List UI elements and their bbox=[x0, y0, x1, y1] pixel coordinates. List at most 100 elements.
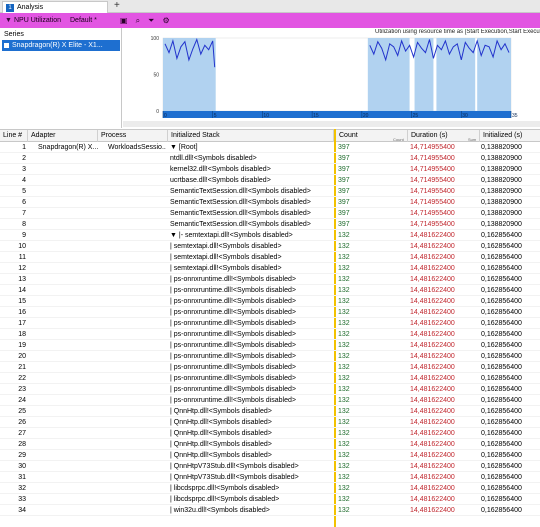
table-row[interactable]: 13 | ps-onnxruntime.dll!<Symbols disabled… bbox=[0, 274, 540, 285]
initialized-cell: 0,138820900 bbox=[481, 221, 522, 228]
line-number-cell: 8 bbox=[22, 221, 26, 228]
count-cell: 132 bbox=[338, 496, 350, 503]
duration-cell: 14,481622400 bbox=[410, 463, 455, 470]
initialized-cell: 0,162856400 bbox=[481, 474, 522, 481]
line-number-cell: 31 bbox=[18, 474, 26, 481]
chart-scrollbar[interactable] bbox=[123, 121, 540, 127]
initialized-cell: 0,162856400 bbox=[481, 419, 522, 426]
table-row[interactable]: 20 | ps-onnxruntime.dll!<Symbols disabled… bbox=[0, 351, 540, 362]
table-row[interactable]: 30 | QnnHtpV73Stub.dll!<Symbols disabled>… bbox=[0, 461, 540, 472]
duration-cell: 14,481622400 bbox=[410, 243, 455, 250]
table-row[interactable]: 33 | libcdsprpc.dll!<Symbols disabled> 132… bbox=[0, 494, 540, 505]
line-number-cell: 1 bbox=[22, 144, 26, 151]
column-header-line[interactable]: Line # bbox=[0, 130, 28, 142]
table-row[interactable]: 17 | ps-onnxruntime.dll!<Symbols disabled… bbox=[0, 318, 540, 329]
stack-cell: | win32u.dll!<Symbols disabled> bbox=[170, 507, 270, 514]
process-cell bbox=[108, 450, 166, 461]
adapter-cell bbox=[38, 329, 100, 340]
duration-cell: 14,714955400 bbox=[410, 188, 455, 195]
line-number-cell: 33 bbox=[18, 496, 26, 503]
table-row[interactable]: 12 | semtextapi.dll!<Symbols disabled> 132… bbox=[0, 263, 540, 274]
duration-cell: 14,481622400 bbox=[410, 298, 455, 305]
table-row[interactable]: 32 | libcdsprpc.dll!<Symbols disabled> 132… bbox=[0, 483, 540, 494]
table-row[interactable]: 4 ucrtbase.dll!<Symbols disabled> 397 14,71… bbox=[0, 175, 540, 186]
tab-analysis[interactable]: 1 Analysis bbox=[2, 1, 108, 13]
table-row[interactable]: 34 | win32u.dll!<Symbols disabled> 132 14,4… bbox=[0, 505, 540, 516]
count-cell: 132 bbox=[338, 342, 350, 349]
line-number-cell: 6 bbox=[22, 199, 26, 206]
table-row[interactable]: 31 | QnnHtpV73Stub.dll!<Symbols disabled>… bbox=[0, 472, 540, 483]
line-number-cell: 13 bbox=[18, 276, 26, 283]
count-cell: 132 bbox=[338, 276, 350, 283]
adapter-cell bbox=[38, 428, 100, 439]
count-cell: 132 bbox=[338, 408, 350, 415]
settings-icon[interactable]: ⚙ bbox=[162, 15, 169, 26]
duration-cell: 14,481622400 bbox=[410, 507, 455, 514]
column-header-stack[interactable]: Initialized Stack bbox=[168, 130, 334, 142]
duration-cell: 14,481622400 bbox=[410, 364, 455, 371]
graph-title[interactable]: NPU Utilization bbox=[14, 15, 61, 26]
duration-cell: 14,481622400 bbox=[410, 441, 455, 448]
stack-cell: | semtextapi.dll!<Symbols disabled> bbox=[170, 254, 282, 261]
initialized-cell: 0,162856400 bbox=[481, 507, 522, 514]
table-row[interactable]: 2 ntdll.dll!<Symbols disabled> 397 14,71495… bbox=[0, 153, 540, 164]
table-row[interactable]: 23 | ps-onnxruntime.dll!<Symbols disabled… bbox=[0, 384, 540, 395]
column-header-adapter[interactable]: Adapter bbox=[28, 130, 98, 142]
table-row[interactable]: 10 | semtextapi.dll!<Symbols disabled> 132… bbox=[0, 241, 540, 252]
table-row[interactable]: 24 | ps-onnxruntime.dll!<Symbols disabled… bbox=[0, 395, 540, 406]
line-number-cell: 19 bbox=[18, 342, 26, 349]
table-row[interactable]: 6 SemanticTextSession.dll!<Symbols disabl… bbox=[0, 197, 540, 208]
table-row[interactable]: 28 | QnnHtp.dll!<Symbols disabled> 132 14,4… bbox=[0, 439, 540, 450]
table-row[interactable]: 3 kernel32.dll!<Symbols disabled> 397 14,71… bbox=[0, 164, 540, 175]
collapse-chevron-icon[interactable]: ▼ bbox=[5, 15, 12, 26]
table-row[interactable]: 26 | QnnHtp.dll!<Symbols disabled> 132 14,4… bbox=[0, 417, 540, 428]
adapter-cell bbox=[38, 274, 100, 285]
duration-cell: 14,714955400 bbox=[410, 144, 455, 151]
count-cell: 132 bbox=[338, 243, 350, 250]
adapter-cell bbox=[38, 351, 100, 362]
table-row[interactable]: 18 | ps-onnxruntime.dll!<Symbols disabled… bbox=[0, 329, 540, 340]
add-tab-button[interactable]: + bbox=[114, 0, 120, 12]
table-row[interactable]: 19 | ps-onnxruntime.dll!<Symbols disabled… bbox=[0, 340, 540, 351]
table-row[interactable]: 21 | ps-onnxruntime.dll!<Symbols disabled… bbox=[0, 362, 540, 373]
duration-cell: 14,481622400 bbox=[410, 342, 455, 349]
initialized-cell: 0,162856400 bbox=[481, 386, 522, 393]
column-header-process[interactable]: Process bbox=[98, 130, 168, 142]
initialized-cell: 0,162856400 bbox=[481, 276, 522, 283]
table-row[interactable]: 5 SemanticTextSession.dll!<Symbols disabl… bbox=[0, 186, 540, 197]
series-item[interactable]: Snapdragon(R) X Elite - X1... bbox=[2, 40, 120, 51]
save-icon[interactable]: ▣ bbox=[120, 15, 128, 26]
process-cell bbox=[108, 373, 166, 384]
table-row[interactable]: 8 SemanticTextSession.dll!<Symbols disabl… bbox=[0, 219, 540, 230]
count-cell: 132 bbox=[338, 419, 350, 426]
process-cell bbox=[108, 395, 166, 406]
table-row[interactable]: 16 | ps-onnxruntime.dll!<Symbols disabled… bbox=[0, 307, 540, 318]
stack-cell: ▼ [Root] bbox=[170, 144, 198, 151]
table-row[interactable]: 7 SemanticTextSession.dll!<Symbols disabl… bbox=[0, 208, 540, 219]
table-row[interactable]: 25 | QnnHtp.dll!<Symbols disabled> 132 14,4… bbox=[0, 406, 540, 417]
line-number-cell: 18 bbox=[18, 331, 26, 338]
initialized-cell: 0,138820900 bbox=[481, 199, 522, 206]
search-icon[interactable]: ⌕ bbox=[136, 15, 140, 26]
table-row[interactable]: 11 | semtextapi.dll!<Symbols disabled> 132… bbox=[0, 252, 540, 263]
adapter-cell bbox=[38, 505, 100, 516]
table-row[interactable]: 29 | QnnHtp.dll!<Symbols disabled> 132 14,4… bbox=[0, 450, 540, 461]
process-cell bbox=[108, 153, 166, 164]
stack-cell: | semtextapi.dll!<Symbols disabled> bbox=[170, 243, 282, 250]
table-row[interactable]: 27 | QnnHtp.dll!<Symbols disabled> 132 14,4… bbox=[0, 428, 540, 439]
adapter-cell bbox=[38, 406, 100, 417]
table-row[interactable]: 22 | ps-onnxruntime.dll!<Symbols disabled… bbox=[0, 373, 540, 384]
duration-cell: 14,481622400 bbox=[410, 232, 455, 239]
column-header-initialized[interactable]: Initialized (s) bbox=[480, 130, 540, 142]
filter-icon[interactable]: ⏷ bbox=[148, 15, 154, 26]
line-number-cell: 25 bbox=[18, 408, 26, 415]
table-row[interactable]: 1 Snapdragon(R) X... WorkloadsSessio... ▼ [… bbox=[0, 142, 540, 153]
table-row[interactable]: 9 ▼ |- semtextapi.dll!<Symbols disabled> 1… bbox=[0, 230, 540, 241]
chart-canvas[interactable]: 100 50 00 5 10 15 20 25 30 35 bbox=[123, 28, 540, 128]
line-number-cell: 14 bbox=[18, 287, 26, 294]
preset-dropdown[interactable]: Default * bbox=[70, 15, 97, 26]
initialized-cell: 0,138820900 bbox=[481, 177, 522, 184]
table-row[interactable]: 14 | ps-onnxruntime.dll!<Symbols disabled… bbox=[0, 285, 540, 296]
table-row[interactable]: 15 | ps-onnxruntime.dll!<Symbols disabled… bbox=[0, 296, 540, 307]
utilization-chart[interactable]: 100 50 0 0 5 10 15 20 25 30 35 Utilization using r… bbox=[123, 28, 540, 128]
